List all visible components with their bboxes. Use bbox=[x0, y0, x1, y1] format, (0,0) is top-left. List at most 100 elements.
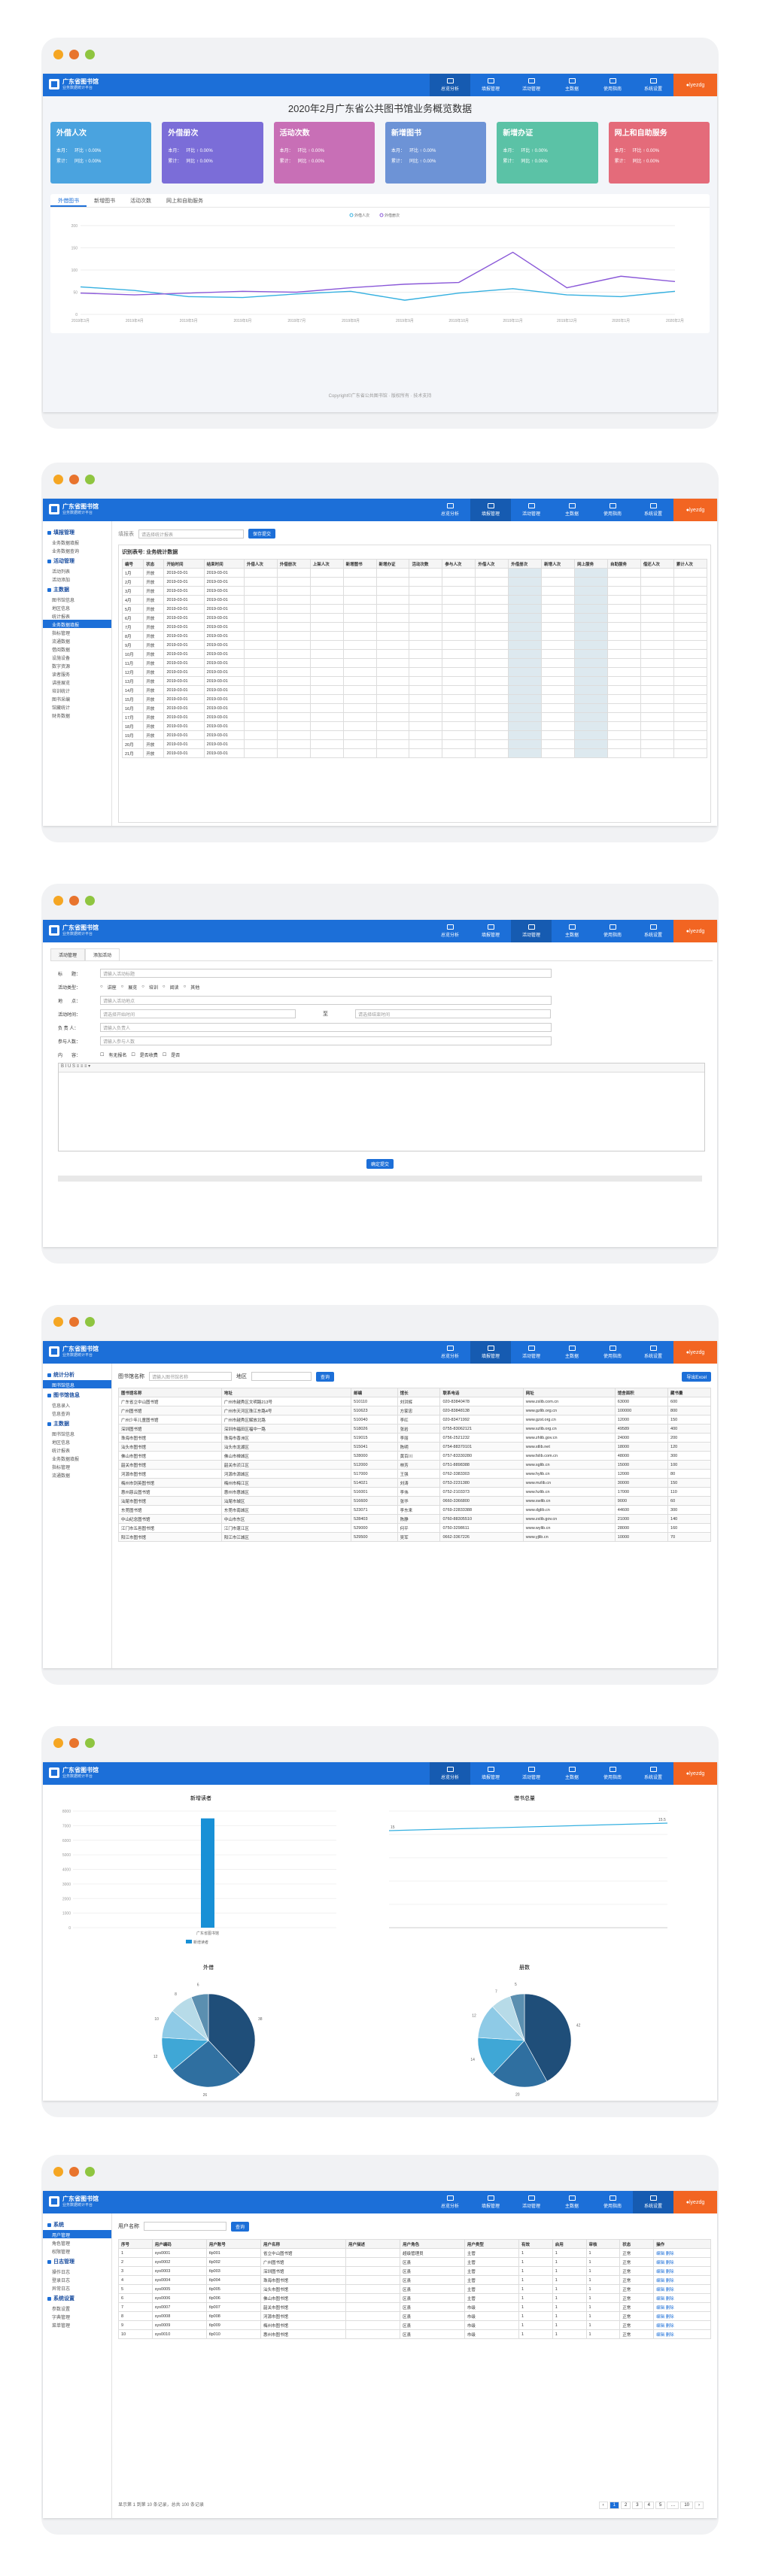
table-cell[interactable] bbox=[574, 604, 608, 614]
table-cell[interactable] bbox=[574, 649, 608, 659]
table-cell[interactable] bbox=[640, 676, 674, 686]
table-cell[interactable] bbox=[574, 739, 608, 749]
table-cell[interactable] bbox=[475, 748, 509, 758]
table-cell[interactable] bbox=[276, 640, 311, 650]
table-cell[interactable] bbox=[243, 613, 278, 623]
table-cell[interactable] bbox=[309, 667, 344, 677]
table-cell[interactable] bbox=[508, 640, 543, 650]
table-cell[interactable] bbox=[475, 676, 509, 686]
table-cell[interactable] bbox=[409, 613, 443, 623]
sidebar-item[interactable]: 活动列表 bbox=[43, 566, 111, 575]
table-cell[interactable] bbox=[508, 604, 543, 614]
table-cell[interactable] bbox=[541, 739, 576, 749]
row-actions[interactable]: 编辑 删除 bbox=[653, 2257, 711, 2267]
table-cell[interactable] bbox=[475, 613, 509, 623]
close-dot[interactable] bbox=[53, 2167, 63, 2177]
table-cell[interactable] bbox=[409, 568, 443, 578]
table-cell[interactable] bbox=[342, 640, 377, 650]
library-search-input[interactable]: 请输入图书馆名称 bbox=[149, 1372, 232, 1381]
table-cell[interactable] bbox=[442, 595, 476, 605]
kpi-card[interactable]: 外借册次 本月： 环比 ↑ 0.00% 累计： 同比 ↑ 0.00% bbox=[162, 122, 263, 184]
table-cell[interactable] bbox=[309, 748, 344, 758]
table-row[interactable]: 6 sys0006 tlp006 佛山市图书馆 区县 主管 1 1 1 正常 编辑 删除 bbox=[118, 2293, 711, 2303]
maximize-dot[interactable] bbox=[85, 1738, 95, 1748]
table-cell[interactable] bbox=[409, 604, 443, 614]
nav-item-2[interactable]: 活动管理 bbox=[511, 1341, 552, 1364]
table-cell[interactable] bbox=[243, 631, 278, 641]
kpi-card[interactable]: 新增办证 本月： 环比 ↑ 0.00% 累计： 同比 ↑ 0.00% bbox=[497, 122, 598, 184]
sidebar-item[interactable]: 字典管理 bbox=[43, 2312, 111, 2320]
table-cell[interactable] bbox=[309, 577, 344, 587]
nav-item-0[interactable]: 总览分析 bbox=[430, 1762, 470, 1785]
table-cell[interactable] bbox=[475, 712, 509, 722]
table-cell[interactable] bbox=[375, 748, 410, 758]
nav-item-4[interactable]: 使用指南 bbox=[592, 74, 633, 96]
page-button[interactable]: 3 bbox=[632, 2502, 643, 2509]
table-row[interactable]: 广州少年儿童图书馆 广州市越秀区解放北路 510040 李红 020-83471992 w… bbox=[118, 1415, 711, 1425]
table-row[interactable]: 珠海市图书馆 珠海市香洲区 519015 李丽 0756-2521232 www.zhli… bbox=[118, 1433, 711, 1443]
table-cell[interactable] bbox=[276, 613, 311, 623]
table-cell[interactable] bbox=[243, 577, 278, 587]
table-cell[interactable] bbox=[409, 595, 443, 605]
table-cell[interactable] bbox=[409, 631, 443, 641]
table-cell[interactable] bbox=[607, 586, 641, 596]
table-cell[interactable] bbox=[607, 748, 641, 758]
table-cell[interactable] bbox=[442, 658, 476, 668]
table-cell[interactable] bbox=[442, 676, 476, 686]
sidebar-group[interactable]: 填报管理 bbox=[43, 526, 111, 538]
app-logo[interactable]: 广东省图书馆 业务数据统计平台 bbox=[49, 1767, 99, 1779]
sidebar-item[interactable]: 地区信息 bbox=[43, 1437, 111, 1446]
row-actions[interactable]: 编辑 删除 bbox=[653, 2284, 711, 2294]
maximize-dot[interactable] bbox=[85, 2167, 95, 2177]
nav-item-0[interactable]: 总览分析 bbox=[430, 74, 470, 96]
rich-editor[interactable]: B I U S ≡ ≡ ≡ ▾ bbox=[58, 1063, 705, 1151]
close-dot[interactable] bbox=[53, 50, 63, 59]
table-cell[interactable] bbox=[375, 667, 410, 677]
sidebar-group[interactable]: 统计分析 bbox=[43, 1368, 111, 1380]
table-cell[interactable] bbox=[640, 622, 674, 632]
table-cell[interactable] bbox=[442, 748, 476, 758]
table-cell[interactable] bbox=[342, 595, 377, 605]
sidebar-item[interactable]: 流通数据 bbox=[43, 1470, 111, 1479]
table-cell[interactable] bbox=[574, 712, 608, 722]
nav-item-3[interactable]: 主数据 bbox=[552, 1341, 592, 1364]
nav-item-2[interactable]: 活动管理 bbox=[511, 2191, 552, 2213]
table-cell[interactable] bbox=[342, 613, 377, 623]
table-cell[interactable] bbox=[574, 640, 608, 650]
table-cell[interactable] bbox=[574, 730, 608, 740]
table-cell[interactable] bbox=[574, 613, 608, 623]
table-cell[interactable] bbox=[243, 658, 278, 668]
table-row[interactable]: 惠州慈云图书馆 惠州市惠城区 516001 李伟 0752-2103373 www.hzl… bbox=[118, 1487, 711, 1497]
table-cell[interactable] bbox=[375, 739, 410, 749]
table-cell[interactable] bbox=[640, 694, 674, 704]
table-cell[interactable] bbox=[541, 712, 576, 722]
table-cell[interactable] bbox=[375, 622, 410, 632]
scrollbar[interactable] bbox=[58, 1176, 702, 1182]
nav-item-2[interactable]: 活动管理 bbox=[511, 920, 552, 942]
table-cell[interactable] bbox=[541, 667, 576, 677]
nav-item-4[interactable]: 使用指南 bbox=[592, 499, 633, 521]
nav-item-3[interactable]: 主数据 bbox=[552, 499, 592, 521]
row-actions[interactable]: 编辑 删除 bbox=[653, 2302, 711, 2312]
sidebar-item[interactable]: 指标管理 bbox=[43, 628, 111, 636]
table-row[interactable]: 河源市图书馆 河源市源城区 517000 王强 0762-3383303 www.hyli… bbox=[118, 1469, 711, 1479]
table-cell[interactable] bbox=[243, 604, 278, 614]
table-cell[interactable] bbox=[541, 586, 576, 596]
table-cell[interactable] bbox=[276, 577, 311, 587]
table-cell[interactable] bbox=[342, 712, 377, 722]
table-cell[interactable] bbox=[243, 568, 278, 578]
table-cell[interactable] bbox=[342, 685, 377, 695]
table-cell[interactable] bbox=[508, 658, 543, 668]
maximize-dot[interactable] bbox=[85, 50, 95, 59]
table-cell[interactable] bbox=[574, 577, 608, 587]
nav-item-3[interactable]: 主数据 bbox=[552, 920, 592, 942]
table-cell[interactable] bbox=[409, 586, 443, 596]
minimize-dot[interactable] bbox=[69, 50, 79, 59]
table-cell[interactable] bbox=[541, 748, 576, 758]
sidebar-item[interactable]: 参数设置 bbox=[43, 2304, 111, 2312]
table-cell[interactable] bbox=[541, 577, 576, 587]
table-cell[interactable] bbox=[375, 676, 410, 686]
table-cell[interactable] bbox=[607, 622, 641, 632]
table-cell[interactable] bbox=[375, 649, 410, 659]
table-cell[interactable] bbox=[276, 748, 311, 758]
